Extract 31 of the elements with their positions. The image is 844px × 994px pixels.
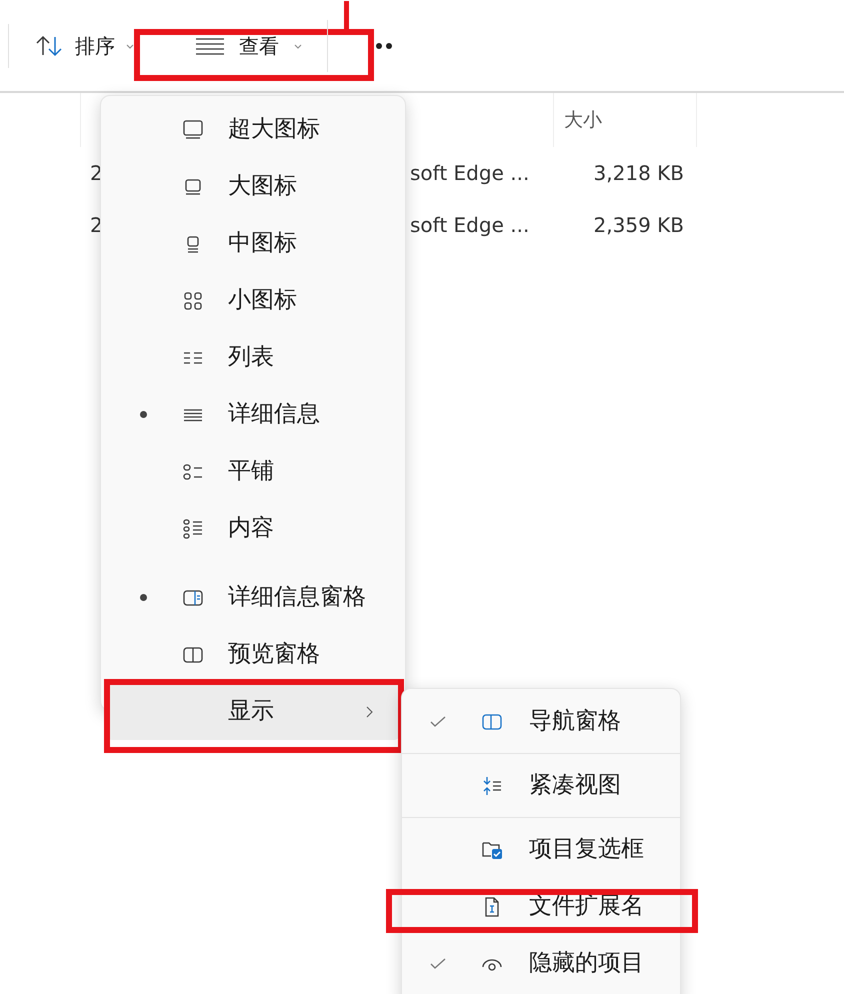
- menu-item[interactable]: 超大图标: [106, 101, 400, 158]
- check-icon: [430, 958, 446, 970]
- menu-item[interactable]: 小图标: [106, 272, 400, 329]
- table-cell-text: soft Edge ...: [410, 160, 530, 187]
- monitor-icon: [181, 118, 205, 142]
- menu-item[interactable]: 中图标: [106, 215, 400, 272]
- menu-item[interactable]: 预览窗格: [106, 626, 400, 683]
- menu-item[interactable]: 导航窗格: [406, 693, 676, 750]
- menu-item[interactable]: 文件扩展名: [406, 878, 676, 935]
- table-cell-text: 3,218 KB: [592, 160, 684, 187]
- column-header[interactable]: 大小: [564, 106, 602, 134]
- menu-item[interactable]: 内容: [106, 500, 400, 557]
- chevron-right-icon: [364, 704, 374, 718]
- table-cell-text: 2,359 KB: [592, 212, 684, 239]
- table-cell-text: soft Edge ...: [410, 212, 530, 239]
- table-cell-text: 2: [90, 160, 104, 187]
- view-button[interactable]: 查看: [191, 24, 307, 68]
- sort-button[interactable]: 排序: [31, 24, 139, 68]
- menu-item[interactable]: 列表: [106, 329, 400, 386]
- table-cell-text: 2: [90, 212, 104, 239]
- menu-item[interactable]: 详细信息: [106, 386, 400, 443]
- menu-item[interactable]: 平铺: [106, 443, 400, 500]
- more-icon: [375, 42, 393, 50]
- menu-item[interactable]: 详细信息窗格: [106, 569, 400, 626]
- menu-item[interactable]: 大图标: [106, 158, 400, 215]
- menu-item[interactable]: 紧凑视图: [406, 757, 676, 814]
- lines-icon: [195, 36, 225, 56]
- content-icon: [181, 516, 205, 540]
- menu-item[interactable]: 项目复选框: [406, 821, 676, 878]
- menu-item[interactable]: 隐藏的项目: [406, 935, 676, 992]
- check-icon: [430, 716, 446, 728]
